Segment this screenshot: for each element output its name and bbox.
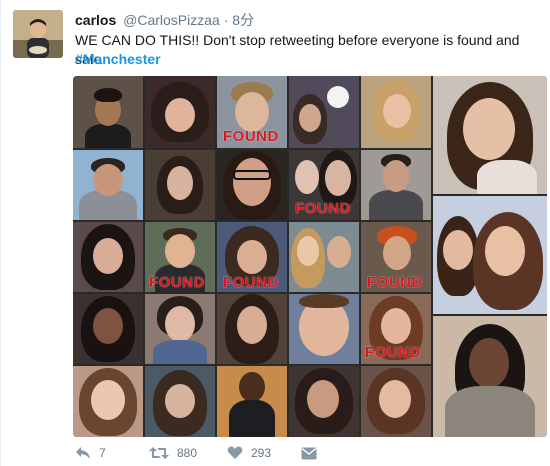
photo-tile <box>289 76 359 148</box>
retweet-button[interactable]: 880 <box>149 444 197 462</box>
reply-count: 7 <box>99 446 106 460</box>
photo-tile: FOUND <box>145 222 215 292</box>
photo-tile: FOUND <box>361 222 431 292</box>
photo-tile <box>217 366 287 437</box>
photo-tile <box>361 150 431 220</box>
photo-tile <box>361 76 431 148</box>
photo-tile: FOUND <box>289 150 359 220</box>
found-label: FOUND <box>223 128 279 145</box>
display-name[interactable]: carlos <box>75 12 116 28</box>
photo-tile <box>73 150 143 220</box>
retweet-icon <box>149 447 169 459</box>
like-button[interactable]: 293 <box>227 444 271 462</box>
photo-tile <box>73 294 143 364</box>
reply-button[interactable]: 7 <box>75 444 106 462</box>
photo-tile <box>145 76 215 148</box>
found-label: FOUND <box>295 200 351 217</box>
avatar-photo <box>13 10 63 58</box>
reply-icon <box>76 447 90 459</box>
user-handle[interactable]: @CarlosPizzaa <box>123 12 220 28</box>
photo-tile <box>145 294 215 364</box>
photo-tile <box>73 76 143 148</box>
photo-tile <box>145 366 215 437</box>
photo-tile <box>361 366 431 437</box>
tweet[interactable]: carlos @CarlosPizzaa · 8分 WE CAN DO THIS… <box>0 0 550 466</box>
photo-tile <box>289 294 359 364</box>
photo-tile <box>145 150 215 220</box>
photo-tile <box>217 294 287 364</box>
hashtag-link[interactable]: #Manchester <box>75 50 161 69</box>
separator-dot: · <box>223 12 229 28</box>
photo-tile <box>73 366 143 437</box>
heart-icon <box>227 446 243 459</box>
photo-tile <box>217 150 287 220</box>
retweet-count: 880 <box>177 446 198 460</box>
photo-tile: FOUND <box>361 294 431 364</box>
found-label: FOUND <box>367 274 423 291</box>
photo-tile <box>73 222 143 292</box>
photo-tile: FOUND <box>217 222 287 292</box>
photo-tile: FOUND <box>217 76 287 148</box>
avatar[interactable] <box>13 10 63 58</box>
photo-tile <box>433 196 547 314</box>
photo-tile <box>289 222 359 292</box>
photo-tile <box>433 316 547 437</box>
found-label: FOUND <box>223 274 279 291</box>
photo-collage[interactable]: FOUND FOUND FOUND FOUND FOUND FOUND <box>73 76 547 437</box>
message-button[interactable] <box>301 444 317 462</box>
timestamp[interactable]: 8分 <box>232 12 254 28</box>
message-icon <box>301 447 317 459</box>
tweet-header: carlos @CarlosPizzaa · 8分 <box>75 11 254 29</box>
found-label: FOUND <box>365 344 421 361</box>
found-label: FOUND <box>149 274 205 291</box>
like-count: 293 <box>251 446 272 460</box>
photo-tile <box>433 76 547 194</box>
photo-tile <box>289 366 359 437</box>
